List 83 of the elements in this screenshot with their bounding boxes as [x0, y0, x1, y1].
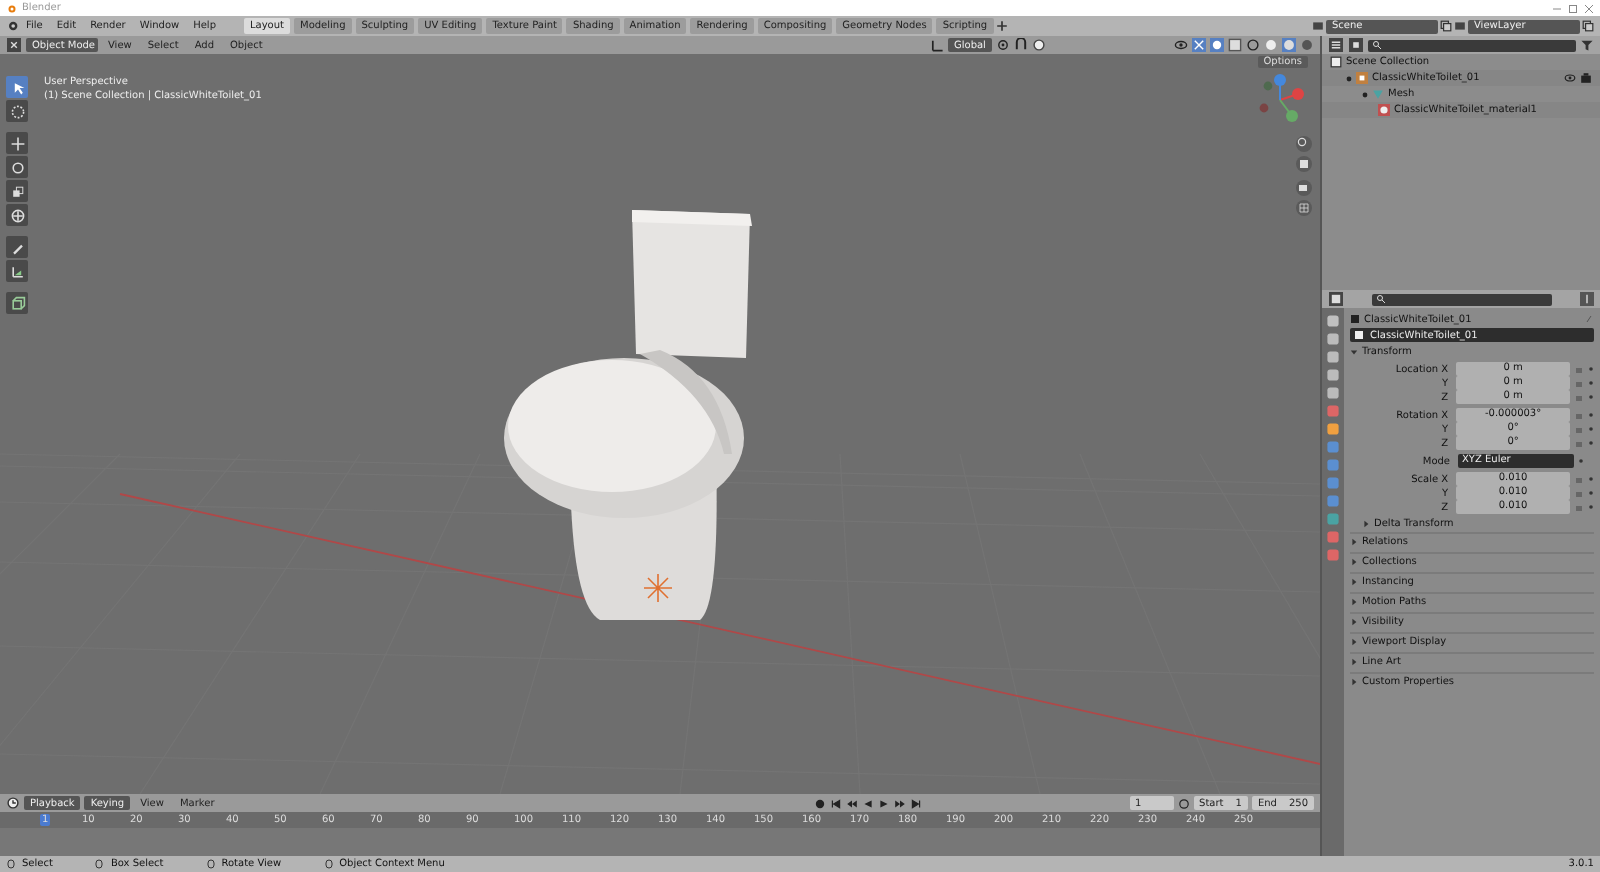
keyframe-dot-icon[interactable]	[1578, 458, 1584, 464]
material-shading-icon[interactable]	[1282, 38, 1296, 52]
collapse-arrow-icon[interactable]	[1350, 347, 1358, 355]
record-icon[interactable]	[813, 797, 826, 809]
object-tab-icon[interactable]	[1326, 422, 1340, 436]
keyframe-dot-icon[interactable]	[1588, 476, 1594, 482]
scene-icon	[1312, 20, 1324, 32]
copy-icon[interactable]	[1440, 20, 1452, 32]
expand-arrow-icon[interactable]	[1350, 638, 1358, 646]
mouse-icon	[205, 858, 216, 870]
expand-arrow-icon[interactable]	[1350, 538, 1358, 546]
expand-arrow-icon[interactable]	[1350, 578, 1358, 586]
stopwatch-icon[interactable]	[1177, 797, 1190, 809]
transform-tool-icon[interactable]	[6, 204, 28, 226]
pivot-icon[interactable]	[996, 38, 1010, 52]
collection-icon	[1330, 56, 1342, 68]
add-icon[interactable]	[995, 20, 1008, 32]
cursor-tool-icon[interactable]	[6, 100, 28, 122]
origin-icon	[643, 573, 673, 603]
gizmo-toggle-icon[interactable]	[1192, 38, 1206, 52]
display-mode-icon[interactable]	[1348, 38, 1364, 52]
ruler-icon[interactable]	[6, 260, 28, 282]
zoom-icon[interactable]	[1296, 136, 1312, 152]
keyframe-dot-icon[interactable]	[1588, 504, 1594, 510]
navigation-gizmo-icon[interactable]	[1259, 74, 1304, 122]
camera-icon[interactable]	[1580, 72, 1592, 84]
mouse-icon	[6, 858, 16, 870]
expand-arrow-icon[interactable]	[1350, 618, 1358, 626]
view-layer-tab-icon[interactable]	[1326, 368, 1340, 382]
wireframe-shading-icon[interactable]	[1246, 38, 1260, 52]
keyframe-dot-icon[interactable]	[1588, 366, 1594, 372]
timeline-track[interactable]	[0, 828, 1320, 856]
keyframe-dot-icon[interactable]	[1588, 490, 1594, 496]
editor-type-icon[interactable]	[1328, 292, 1344, 306]
search-field[interactable]	[1368, 39, 1576, 51]
search-icon	[1372, 40, 1382, 50]
move-tool-icon[interactable]	[6, 132, 28, 154]
editor-type-icon[interactable]	[1328, 38, 1344, 52]
maximize-icon[interactable]	[1568, 3, 1578, 13]
jump-start-icon[interactable]	[829, 797, 842, 809]
select-tool-icon[interactable]	[6, 76, 28, 98]
overlay-toggle-icon[interactable]	[1210, 38, 1224, 52]
expand-arrow-icon[interactable]	[1362, 519, 1370, 527]
pin-icon[interactable]	[1580, 292, 1594, 306]
editor-type-icon[interactable]	[6, 38, 22, 52]
snap-icon[interactable]	[1014, 38, 1028, 52]
tool-tab-icon[interactable]	[1326, 314, 1340, 328]
camera-icon[interactable]	[1296, 180, 1312, 196]
pan-icon[interactable]	[1296, 156, 1312, 172]
grid-icon[interactable]	[1296, 200, 1312, 216]
visibility-icon[interactable]	[1564, 72, 1576, 84]
rotate-tool-icon[interactable]	[6, 156, 28, 178]
render-tab-icon[interactable]	[1326, 332, 1340, 346]
clock-icon[interactable]	[6, 796, 20, 810]
copy-icon[interactable]	[1582, 20, 1594, 32]
visibility-icon[interactable]	[1174, 38, 1188, 52]
expand-arrow-icon[interactable]	[1350, 598, 1358, 606]
scale-tool-icon[interactable]	[6, 180, 28, 202]
object-icon	[1356, 72, 1368, 84]
orientation-icon	[930, 38, 944, 52]
search-icon	[1376, 294, 1386, 304]
keyframe-dot-icon[interactable]	[1588, 440, 1594, 446]
scene-tab-icon[interactable]	[1326, 386, 1340, 400]
material-icon	[1378, 104, 1390, 116]
expand-arrow-icon[interactable]	[1350, 558, 1358, 566]
close-icon[interactable]	[1584, 3, 1594, 13]
jump-end-icon[interactable]	[909, 797, 922, 809]
layers-icon	[1454, 20, 1466, 32]
mouse-icon	[94, 858, 105, 870]
output-tab-icon[interactable]	[1326, 350, 1340, 364]
proportional-icon[interactable]	[1032, 38, 1046, 52]
keyframe-dot-icon[interactable]	[1588, 394, 1594, 400]
keyframe-dot-icon[interactable]	[1588, 412, 1594, 418]
search-field[interactable]	[1372, 293, 1552, 305]
expand-arrow-icon[interactable]	[1350, 658, 1358, 666]
rendered-shading-icon[interactable]	[1300, 38, 1314, 52]
mouse-icon	[323, 858, 334, 870]
xray-icon[interactable]	[1228, 38, 1242, 52]
keyframe-dot-icon[interactable]	[1588, 426, 1594, 432]
expand-arrow-icon[interactable]	[1350, 678, 1358, 686]
pencil-icon[interactable]	[6, 236, 28, 258]
cube-icon[interactable]	[6, 292, 28, 314]
keyframe-dot-icon[interactable]	[1588, 380, 1594, 386]
